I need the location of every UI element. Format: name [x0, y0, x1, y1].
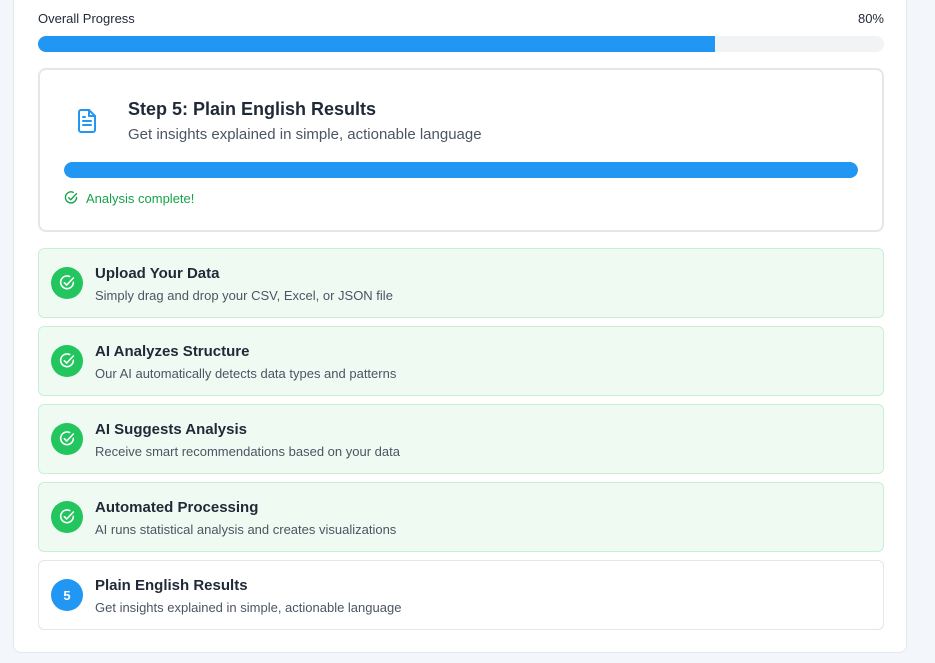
- step-item: AI Analyzes Structure Our AI automaticall…: [38, 326, 884, 396]
- check-circle-icon: [59, 431, 75, 446]
- step-complete-badge: [51, 267, 83, 299]
- overall-progress-header: Overall Progress 80%: [38, 10, 884, 28]
- document-icon: [76, 108, 98, 134]
- step-item: Upload Your Data Simply drag and drop you…: [38, 248, 884, 318]
- overall-progress-fill: [38, 36, 715, 52]
- current-step-progress-fill: [64, 162, 858, 178]
- analysis-status: Analysis complete!: [64, 188, 194, 208]
- check-circle-icon: [59, 353, 75, 368]
- steps-list: Upload Your Data Simply drag and drop you…: [38, 248, 884, 638]
- current-step-card: Step 5: Plain English Results Get insigh…: [38, 68, 884, 232]
- overall-progress-percent: 80%: [857, 11, 884, 26]
- step-item-description: Our AI automatically detects data types …: [95, 366, 397, 381]
- step-complete-badge: [51, 423, 83, 455]
- overall-progress-label: Overall Progress: [38, 11, 135, 26]
- step-item: 5 Plain English Results Get insights expla…: [38, 560, 884, 630]
- step-item-title: Upload Your Data: [95, 265, 220, 282]
- check-circle-icon: [64, 191, 78, 204]
- step-item-description: Get insights explained in simple, action…: [95, 600, 402, 615]
- step-item-title: AI Suggests Analysis: [95, 421, 247, 438]
- step-item-description: Simply drag and drop your CSV, Excel, or…: [95, 288, 393, 303]
- step-item: AI Suggests Analysis Receive smart recomm…: [38, 404, 884, 474]
- step-complete-badge: [51, 345, 83, 377]
- check-circle-icon: [59, 509, 75, 524]
- current-step-progress-bar: [64, 162, 858, 178]
- step-item-description: AI runs statistical analysis and creates…: [95, 522, 397, 537]
- analysis-status-text: Analysis complete!: [86, 190, 195, 206]
- step-item-title: Plain English Results: [95, 577, 248, 594]
- check-circle-icon: [59, 275, 75, 290]
- overall-progress-bar: [38, 36, 884, 52]
- step-item-title: AI Analyzes Structure: [95, 343, 250, 360]
- step-item-description: Receive smart recommendations based on y…: [95, 444, 400, 459]
- step-number-badge: 5: [51, 579, 83, 611]
- step-item: Automated Processing AI runs statistical …: [38, 482, 884, 552]
- current-step-title: Step 5: Plain English Results: [128, 99, 377, 119]
- step-item-title: Automated Processing: [95, 499, 259, 516]
- step-complete-badge: [51, 501, 83, 533]
- current-step-subtitle: Get insights explained in simple, action…: [128, 126, 482, 143]
